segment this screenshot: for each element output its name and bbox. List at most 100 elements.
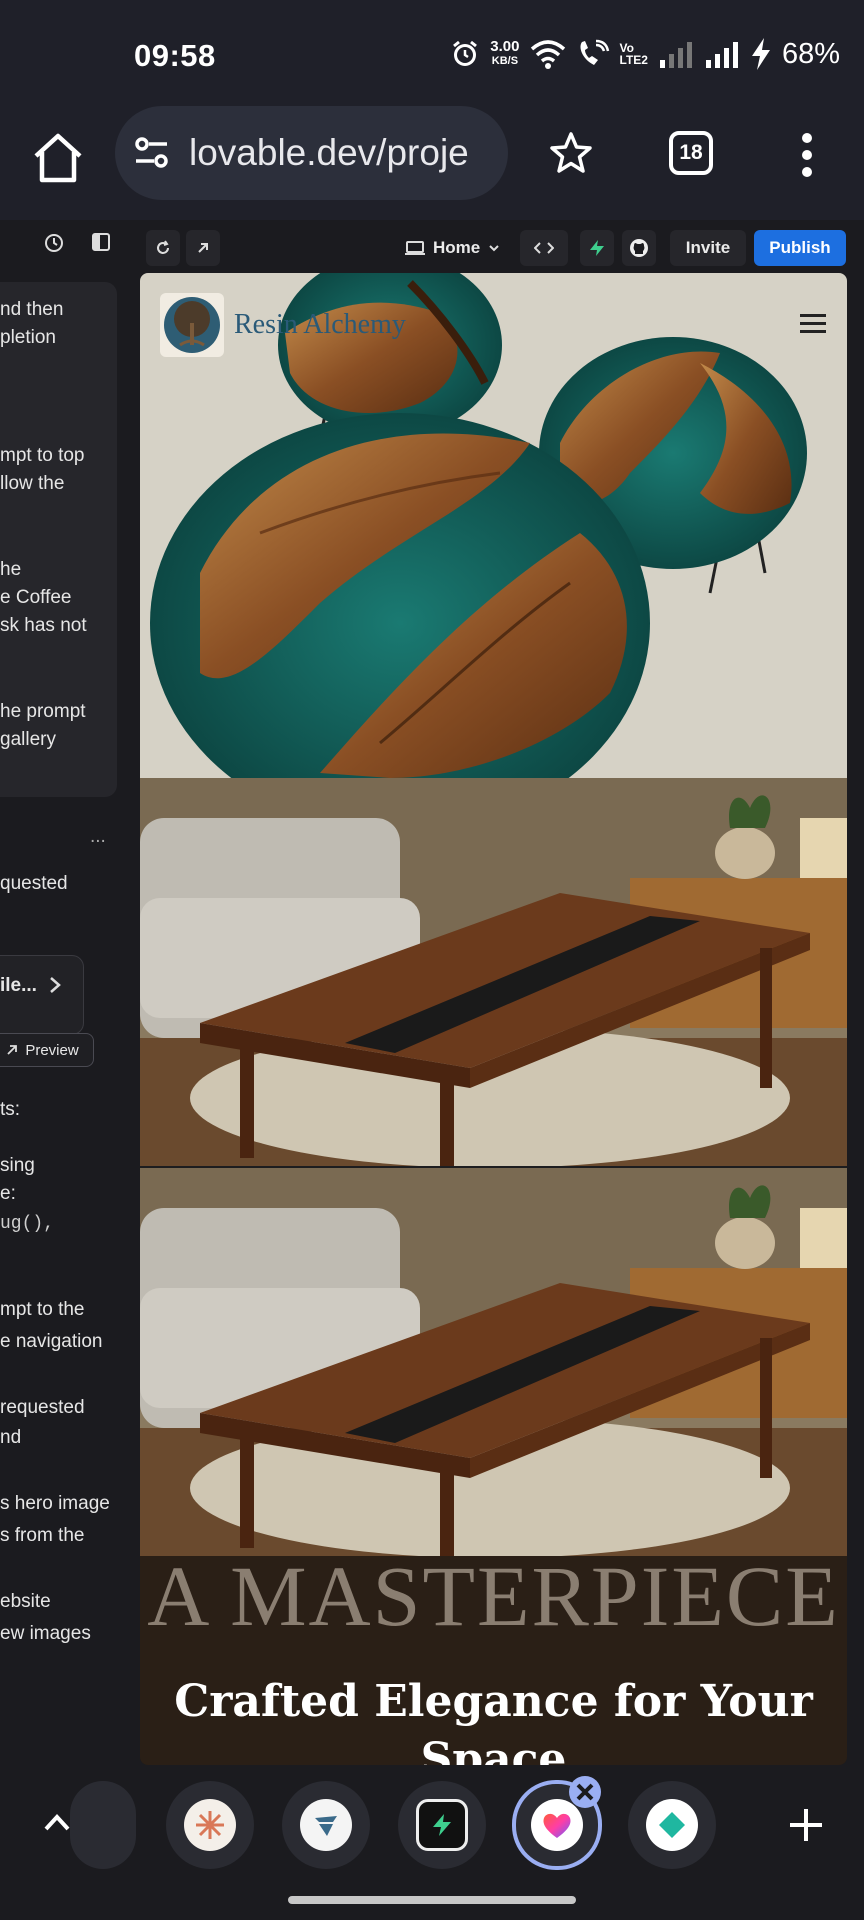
charging-icon (751, 38, 770, 70)
lte-label: LTE2 (619, 53, 648, 67)
about-section: A MASTERPIECE Crafted Elegance for Your … (140, 1556, 847, 1765)
chat-line: gallery (0, 729, 56, 750)
chat-line: e: (0, 1183, 16, 1204)
history-icon[interactable] (43, 232, 65, 254)
bubble-claude[interactable] (166, 1781, 254, 1869)
app-icon (315, 1816, 337, 1836)
speed-value: 3.00 (490, 38, 520, 55)
chat-line: he (0, 559, 22, 580)
alarm-icon (453, 40, 478, 66)
preview-label: Preview (25, 1041, 79, 1059)
chat-line: quested (0, 873, 68, 894)
gallery-image-coffee-table-1 (140, 778, 847, 1166)
page-selector[interactable]: Home (405, 230, 500, 266)
site-brand-name[interactable]: Resin Alchemy (234, 309, 406, 341)
status-time: 09:58 (134, 38, 216, 73)
supabase-button[interactable] (580, 230, 614, 266)
address-bar[interactable]: lovable.dev/proje (115, 106, 508, 200)
lovable-editor: nd then pletion mpt to top llow the he e… (0, 220, 864, 1765)
close-bubble-icon[interactable] (568, 1775, 602, 1809)
chevron-right-icon[interactable] (48, 976, 62, 994)
chat-line: ebsite (0, 1591, 51, 1612)
chat-line: ts: (0, 1099, 21, 1120)
site-logo[interactable] (160, 293, 224, 357)
battery-level: 68% (781, 37, 840, 70)
file-name: ile... (0, 975, 37, 996)
page-selector-label: Home (433, 238, 481, 257)
bubble-bolt[interactable] (398, 1781, 486, 1869)
chat-line: e Coffee (0, 587, 72, 608)
chat-line: nd (0, 1427, 22, 1448)
bubble-app[interactable] (282, 1781, 370, 1869)
preview-toolbar: Home Invite Publish (140, 220, 864, 280)
bubble-partial[interactable] (70, 1781, 136, 1869)
hamburger-menu-icon[interactable] (800, 313, 826, 335)
chat-line: sk has not (0, 615, 87, 636)
chat-line: pletion (0, 327, 56, 348)
chat-line: s hero image (0, 1493, 110, 1514)
section-headline-cont: Space (420, 1734, 567, 1765)
bookmark-star-icon[interactable] (548, 130, 594, 176)
volte-indicator: Vo LTE2 (620, 42, 648, 66)
bubble-bar (0, 1765, 864, 1885)
hero-image: Resin Alchemy (140, 273, 847, 778)
signal-icon-sim1 (659, 42, 692, 68)
chat-line: e navigation (0, 1331, 103, 1352)
coffee-table-photo (140, 778, 847, 1166)
chevron-down-icon (489, 245, 499, 252)
external-link-icon (7, 1045, 18, 1055)
section-headline: Crafted Elegance for Your (174, 1676, 813, 1727)
bolt-icon (433, 1814, 451, 1836)
status-icons: 3.00 KB/S Vo LTE2 68% (450, 34, 840, 74)
bubble-diamond[interactable] (628, 1781, 716, 1869)
browser-menu-icon[interactable] (795, 130, 819, 180)
tab-switcher-button[interactable]: 18 (669, 131, 713, 175)
chat-line: llow the (0, 473, 65, 494)
chat-line: sing (0, 1155, 35, 1176)
signal-icon-sim2 (705, 42, 738, 68)
invite-button[interactable]: Invite (670, 230, 746, 266)
code-view-button[interactable] (520, 230, 568, 266)
refresh-button[interactable] (146, 230, 180, 266)
toggle-sidebar-icon[interactable] (91, 232, 111, 252)
chat-line: s from the (0, 1525, 85, 1546)
preview-button[interactable]: Preview (0, 1033, 94, 1067)
chat-line: nd then (0, 299, 64, 320)
chat-line: mpt to top (0, 445, 85, 466)
gallery-image-coffee-table-2 (140, 1168, 847, 1556)
arrow-up-right-icon (198, 243, 208, 253)
diamond-icon (659, 1812, 685, 1838)
chat-line: he prompt (0, 701, 86, 722)
network-speed: 3.00 KB/S (490, 39, 519, 69)
resin-tables-photo (140, 273, 847, 778)
more-options[interactable]: ... (90, 823, 106, 851)
chat-code: ug(), (0, 1214, 55, 1234)
website-preview[interactable]: Resin Alchemy A MASTERPIECE Crafted Eleg… (140, 273, 847, 1765)
wifi-call-icon (580, 39, 609, 65)
chevron-up-icon[interactable] (40, 1805, 74, 1839)
refresh-icon (157, 240, 169, 254)
speed-unit: KB/S (491, 55, 519, 67)
supabase-icon (590, 240, 604, 256)
publish-button[interactable]: Publish (754, 230, 846, 266)
claude-icon (196, 1811, 224, 1839)
chat-panel: nd then pletion mpt to top llow the he e… (0, 220, 140, 1765)
code-icon (534, 242, 554, 254)
coffee-table-photo (140, 1168, 847, 1556)
status-bar: 09:58 3.00 KB/S Vo LTE2 68% (0, 0, 864, 100)
lovable-heart-icon (543, 1813, 571, 1838)
masterpiece-heading: A MASTERPIECE (147, 1556, 840, 1644)
home-icon[interactable] (28, 128, 88, 188)
gesture-bar[interactable] (288, 1896, 576, 1904)
github-icon (630, 239, 648, 257)
github-button[interactable] (622, 230, 656, 266)
browser-toolbar: lovable.dev/proje 18 (0, 100, 864, 220)
site-settings-icon[interactable] (133, 134, 171, 172)
url-text[interactable]: lovable.dev/proje (189, 132, 469, 174)
desktop-icon (405, 241, 425, 255)
chat-line: mpt to the (0, 1299, 85, 1320)
open-new-tab-button[interactable] (186, 230, 220, 266)
add-bubble-icon[interactable] (786, 1805, 826, 1845)
chat-line: requested (0, 1397, 85, 1418)
wifi-icon (530, 40, 565, 69)
